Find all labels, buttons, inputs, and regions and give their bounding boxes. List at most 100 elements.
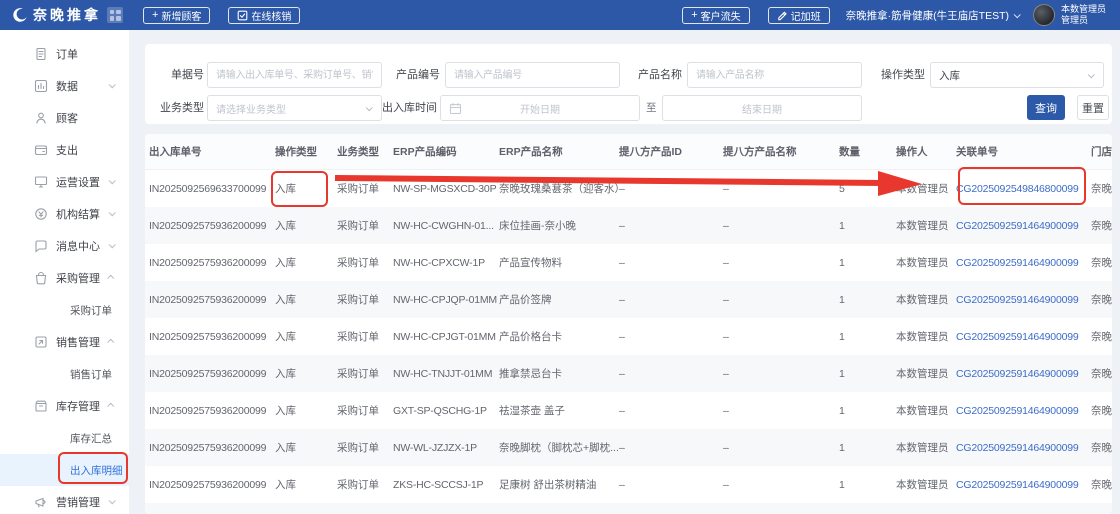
cell-store: 奈晚 <box>1091 405 1112 417</box>
chevron-down-icon <box>108 497 116 505</box>
cell-qty: 1 <box>839 478 845 491</box>
cell-store: 奈晚 <box>1091 183 1112 195</box>
op-type-select[interactable]: 入库 <box>930 62 1104 88</box>
cell-qbf-name: – <box>723 219 729 232</box>
chevron-up-icon <box>107 274 115 282</box>
product-code-input[interactable] <box>445 62 620 88</box>
table-header: 出入库单号 操作类型 业务类型 ERP产品编码 ERP产品名称 提八方产品ID … <box>145 134 1112 170</box>
calendar-icon <box>449 102 462 118</box>
user-role: 管理员 <box>1060 15 1088 25</box>
cell-op-type: 入库 <box>275 257 296 269</box>
related-order-link[interactable]: CG2025092591464900099 <box>956 294 1091 306</box>
related-order-link[interactable]: CG2025092591464900099 <box>956 331 1091 343</box>
start-date-input[interactable]: 开始日期 <box>440 95 640 121</box>
sidebar-item-inventory-mgmt[interactable]: 库存管理 <box>0 390 129 422</box>
doc-no-input[interactable] <box>207 62 382 88</box>
cell-biz-type: 采购订单 <box>337 257 379 269</box>
related-order-link[interactable]: CG2025092591464900099 <box>956 368 1091 380</box>
cell-erp-name: 产品价签牌 <box>499 294 552 306</box>
cell-qty: 1 <box>839 219 845 232</box>
table-row: IN2025092575936200099 入库 采购订单 GXT-SP-QSC… <box>145 392 1112 429</box>
date-separator: 至 <box>646 102 657 114</box>
cell-order-no: IN2025092575936200099 <box>149 404 267 417</box>
search-button[interactable]: 查询 <box>1027 95 1065 120</box>
cell-operator: 本数管理员 <box>896 257 949 269</box>
cell-erp-code: NW-HC-CPJQP-01MM <box>393 293 497 306</box>
cell-qbf-id: – <box>619 330 625 343</box>
cell-qty: 1 <box>839 293 845 306</box>
sidebar-item-sales-orders[interactable]: 销售订单 <box>0 358 129 390</box>
sidebar-item-sales-mgmt[interactable]: 销售管理 <box>0 326 129 358</box>
cell-erp-code: NW-HC-CPXCW-1P <box>393 256 485 269</box>
col-operator: 操作人 <box>896 146 928 158</box>
sidebar-item-inout-detail[interactable]: 出入库明细 <box>0 454 129 486</box>
reset-button[interactable]: 重置 <box>1077 95 1109 120</box>
time-range-label: 出入库时间 <box>382 102 437 114</box>
cell-order-no: IN2025092575936200099 <box>149 293 267 306</box>
chevron-down-icon <box>108 177 116 185</box>
chevron-down-icon <box>108 81 116 89</box>
overtime-button[interactable]: 记加班 <box>767 6 830 24</box>
cell-op-type: 入库 <box>275 183 296 195</box>
message-icon <box>34 239 48 253</box>
cell-erp-name: 祛湿茶壶 盖子 <box>499 405 565 417</box>
sidebar-item-inventory-summary[interactable]: 库存汇总 <box>0 422 129 454</box>
cell-erp-code: ZKS-HC-SCCSJ-1P <box>393 478 484 491</box>
related-order-link[interactable]: CG2025092591464900099 <box>956 257 1091 269</box>
table-row: IN2025092575936200099 入库 采购订单 ZKS-HC-SCC… <box>145 466 1112 503</box>
cell-qbf-name: – <box>723 293 729 306</box>
cell-qty: 5 <box>839 182 845 195</box>
related-order-link[interactable]: CG2025092591464900099 <box>956 442 1091 454</box>
add-customer-button[interactable]: + 新增顾客 <box>143 6 211 24</box>
sidebar-item-data[interactable]: 数据 <box>0 70 129 102</box>
cell-order-no: IN2025092575936200099 <box>149 441 267 454</box>
sidebar-item-purchase-mgmt[interactable]: 采购管理 <box>0 262 129 294</box>
customer-loss-button[interactable]: + 客户流失 <box>682 6 750 24</box>
sidebar-item-marketing-mgmt[interactable]: 营销管理 <box>0 486 129 514</box>
related-order-link[interactable]: CG2025092591464900099 <box>956 220 1091 232</box>
cell-erp-code: NW-WL-JZJZX-1P <box>393 441 477 454</box>
product-name-input[interactable] <box>687 62 862 88</box>
sidebar-item-customers[interactable]: 顾客 <box>0 102 129 134</box>
biz-type-select[interactable]: 请选择业务类型 <box>207 95 382 121</box>
user-info: 本数管理员 管理员 <box>1061 4 1106 26</box>
cell-store: 奈晚 <box>1091 368 1112 380</box>
cell-qbf-id: – <box>619 182 625 195</box>
chevron-up-icon <box>107 338 115 346</box>
end-date-input[interactable]: 结束日期 <box>662 95 862 121</box>
related-order-link[interactable]: CG2025092591464900099 <box>956 479 1091 491</box>
cell-biz-type: 采购订单 <box>337 183 379 195</box>
cell-store: 奈晚 <box>1091 220 1112 232</box>
sidebar-item-org-settlement[interactable]: 机构结算 <box>0 198 129 230</box>
cell-store: 奈晚 <box>1091 442 1112 454</box>
sidebar-item-expenses[interactable]: 支出 <box>0 134 129 166</box>
cell-order-no: IN2025092575936200099 <box>149 330 267 343</box>
cell-operator: 本数管理员 <box>896 183 949 195</box>
cell-op-type: 入库 <box>275 294 296 306</box>
cell-store: 奈晚 <box>1091 331 1112 343</box>
cell-store: 奈晚 <box>1091 294 1112 306</box>
user-name: 本数管理员 <box>1060 4 1106 14</box>
plus-icon: + <box>152 9 159 21</box>
sidebar-item-purchase-orders[interactable]: 采购订单 <box>0 294 129 326</box>
col-qty: 数量 <box>839 146 860 158</box>
cell-operator: 本数管理员 <box>896 479 949 491</box>
table-row: IN2025092575936200099 入库 采购订单 NW-HC-TNJJ… <box>145 355 1112 392</box>
online-verify-button[interactable]: 在线核销 <box>228 6 301 24</box>
sidebar-item-message-center[interactable]: 消息中心 <box>0 230 129 262</box>
avatar[interactable] <box>1032 4 1055 26</box>
cell-store: 奈晚 <box>1091 479 1112 491</box>
cell-qbf-id: – <box>619 219 625 232</box>
related-order-link[interactable]: CG2025092591464900099 <box>956 405 1091 417</box>
sidebar-item-operations-settings[interactable]: 运营设置 <box>0 166 129 198</box>
org-switcher[interactable]: 奈晚推拿·筋骨健康(牛王庙店TEST) <box>846 8 1021 23</box>
order-icon <box>34 47 48 61</box>
related-order-link[interactable]: CG2025092549846800099 <box>956 183 1091 195</box>
cell-biz-type: 采购订单 <box>337 442 379 454</box>
sidebar-item-orders[interactable]: 订单 <box>0 38 129 70</box>
table-row: IN2025092575936200099 入库 采购订单 NW-WL-JZJZ… <box>145 429 1112 466</box>
cell-qbf-id: – <box>619 293 625 306</box>
cell-op-type: 入库 <box>275 368 296 380</box>
cell-qbf-name: – <box>723 404 729 417</box>
table-row: IN2025092575936200099 入库 采购订单 NW-HC-CWGH… <box>145 207 1112 244</box>
